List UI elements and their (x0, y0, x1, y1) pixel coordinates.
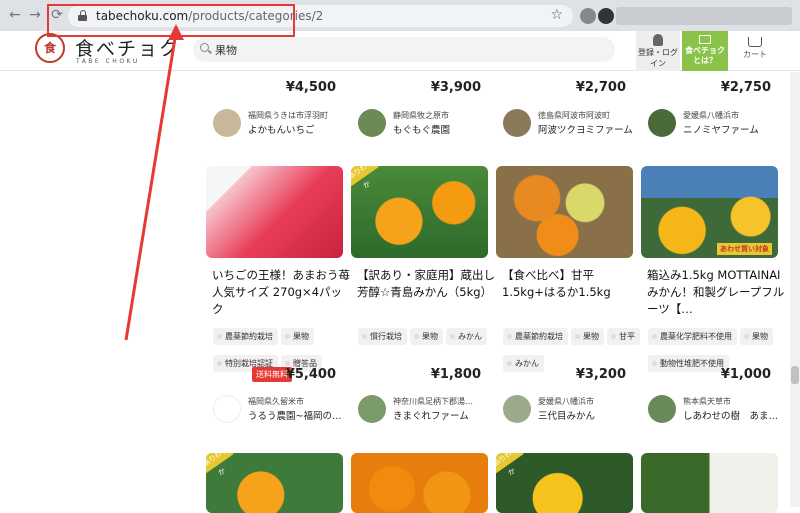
product-price: ¥1,000 (720, 367, 771, 382)
product-price: ¥3,900 (430, 80, 481, 95)
login-button[interactable]: 登録・ログイン (636, 31, 680, 71)
farm-link[interactable]: 福岡県うきは市浮羽町 よかもんいちご (213, 109, 363, 143)
user-icon (653, 34, 663, 46)
farm-location: 愛媛県八幡浜市 (683, 111, 739, 120)
product-title[interactable]: 箱込み1.5kg MOTTAINAIみかん！和製グレープフルーツ【… (647, 267, 787, 318)
logo-text[interactable]: 食べチョク (75, 34, 180, 61)
tag: みかん (446, 328, 487, 345)
farm-name: きまぐれファーム (393, 411, 469, 422)
cart-button[interactable]: カート (730, 31, 780, 71)
farm-name: よかもんいちご (248, 125, 315, 136)
product-price: ¥4,500 (285, 80, 336, 95)
scrollbar-thumb[interactable] (791, 366, 799, 384)
login-label: 登録・ログイン (638, 48, 678, 68)
product-image[interactable]: 訳ありわずか (351, 166, 488, 258)
extension-icon[interactable] (598, 8, 614, 24)
farm-avatar (213, 395, 241, 423)
farm-avatar (503, 109, 531, 137)
farm-location: 神奈川県足柄下郡湯… (393, 397, 473, 406)
farm-name: 三代目みかん (538, 411, 596, 422)
product-price: ¥2,700 (575, 80, 626, 95)
farm-avatar (648, 109, 676, 137)
bookmark-star-icon[interactable]: ☆ (550, 7, 563, 23)
about-label: 食べチョクとは？ (685, 46, 725, 65)
farm-name: うるう農園~福岡の… (248, 411, 342, 422)
farm-name: もぐもぐ農園 (393, 125, 451, 136)
farm-location: 福岡県うきは市浮羽町 (248, 111, 328, 120)
farm-location: 徳島県阿波市阿波町 (538, 111, 610, 120)
product-image[interactable] (351, 453, 488, 513)
farm-location: 福岡県久留米市 (248, 397, 304, 406)
farm-avatar (503, 395, 531, 423)
tag: 農薬節約栽培 (213, 328, 278, 345)
cart-label: カート (743, 50, 767, 59)
farm-link[interactable]: 愛媛県八幡浜市 三代目みかん (503, 395, 653, 429)
product-price: ¥2,750 (720, 80, 771, 95)
search-icon (200, 43, 209, 52)
tag: 農薬化学肥料不使用 (648, 328, 737, 345)
cart-icon (748, 37, 762, 47)
farm-avatar (648, 395, 676, 423)
product-image[interactable] (206, 166, 343, 258)
tag: 果物 (410, 328, 443, 345)
search-value: 果物 (215, 44, 237, 57)
farm-location: 熊本県天草市 (683, 397, 731, 406)
farm-location: 愛媛県八幡浜市 (538, 397, 594, 406)
product-price: ¥3,200 (575, 367, 626, 382)
product-image[interactable]: 訳ありわずか (206, 453, 343, 513)
farm-link[interactable]: 徳島県阿波市阿波町 阿波ツクヨミファーム (503, 109, 653, 143)
product-price: ¥1,800 (430, 367, 481, 382)
product-image[interactable] (641, 453, 778, 513)
product-image[interactable]: あわせ買い対象 (641, 166, 778, 258)
tag: 果物 (571, 328, 604, 345)
farm-link[interactable]: 熊本県天草市 しあわせの樹 あま… (648, 395, 798, 429)
tag: 果物 (281, 328, 314, 345)
farm-avatar (358, 395, 386, 423)
product-image[interactable] (496, 166, 633, 258)
product-price: ¥5,400 (285, 367, 336, 382)
book-icon (699, 35, 711, 44)
scrollbar[interactable] (790, 72, 800, 507)
product-title[interactable]: 【訳あり・家庭用】蔵出し芳醇☆青島みかん（5kg） (357, 267, 497, 301)
image-label: あわせ買い対象 (717, 243, 772, 255)
extension-icon[interactable] (580, 8, 596, 24)
blurred-area (616, 7, 792, 25)
site-header: 食 食べチョク TABE CHOKU 果物 登録・ログイン 食べチョクとは？ カ… (0, 31, 800, 71)
product-title[interactable]: いちごの王様！あまおう苺 人気サイズ 270g×4パック (212, 267, 352, 318)
farm-link[interactable]: 福岡県久留米市 うるう農園~福岡の… (213, 395, 363, 429)
farm-location: 静岡県牧之原市 (393, 111, 449, 120)
promo-ribbon: 訳ありわずか (206, 453, 234, 477)
tag: 慣行栽培 (358, 328, 407, 345)
logo-subtext: TABE CHOKU (76, 58, 140, 65)
tag: 果物 (740, 328, 773, 345)
forward-icon[interactable]: → (26, 6, 44, 24)
search-input[interactable]: 果物 (193, 37, 615, 62)
product-image[interactable]: 訳ありわずか (496, 453, 633, 513)
farm-name: ニノミヤファーム (683, 125, 759, 136)
product-grid: ¥4,500 ¥3,900 ¥2,700 ¥2,750 福岡県うきは市浮羽町 よ… (0, 71, 800, 513)
logo-icon[interactable]: 食 (35, 33, 65, 63)
promo-ribbon: 訳ありわずか (351, 166, 379, 190)
tag: 農薬節約栽培 (503, 328, 568, 345)
promo-ribbon: 訳ありわずか (496, 453, 524, 477)
tag: 甘平 (607, 328, 640, 345)
tag-list: 慣行栽培 果物 みかん (358, 324, 498, 351)
product-title[interactable]: 【食べ比べ】甘平1.5kg+はるか1.5kg (502, 267, 642, 301)
farm-name: しあわせの樹 あま… (683, 411, 779, 422)
farm-link[interactable]: 静岡県牧之原市 もぐもぐ農園 (358, 109, 508, 143)
about-button[interactable]: 食べチョクとは？ (682, 31, 728, 71)
farm-name: 阿波ツクヨミファーム (538, 125, 633, 136)
annotation-highlight-box (47, 4, 295, 37)
farm-avatar (213, 109, 241, 137)
farm-link[interactable]: 愛媛県八幡浜市 ニノミヤファーム (648, 109, 798, 143)
back-icon[interactable]: ← (6, 6, 24, 24)
farm-avatar (358, 109, 386, 137)
farm-link[interactable]: 神奈川県足柄下郡湯… きまぐれファーム (358, 395, 508, 429)
